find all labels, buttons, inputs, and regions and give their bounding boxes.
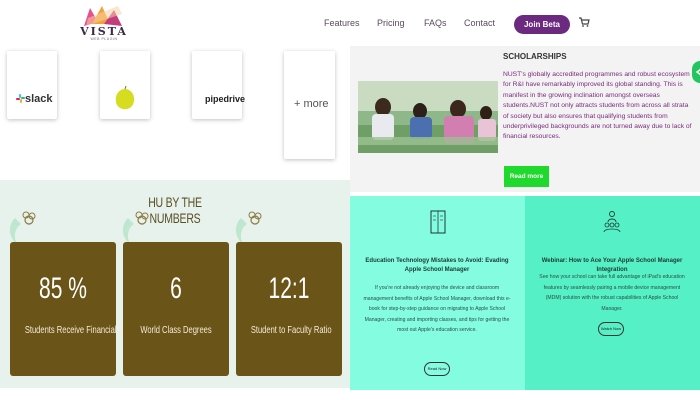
site-header: VISTA WEB PLUGIN Features Pricing FAQs C… <box>0 0 700 45</box>
ebook-title: Education Technology Mistakes to Avoid: … <box>365 258 509 273</box>
book-icon <box>430 210 446 234</box>
bottom-strip <box>0 388 350 400</box>
side-tab-button[interactable] <box>692 61 700 83</box>
watch-now-button[interactable]: Watch Now <box>598 322 624 336</box>
stat-value: 12:1 <box>268 272 310 305</box>
read-now-button[interactable]: Read Now <box>424 362 450 376</box>
audience-icon <box>603 211 621 233</box>
slack-label: slack <box>25 93 53 105</box>
stat-label: World Class Degrees <box>140 324 212 336</box>
slack-logo-icon <box>16 94 25 103</box>
stat-value: 6 <box>170 272 182 305</box>
chevron-left-icon <box>695 68 700 76</box>
integration-card-pipedrive[interactable] <box>192 51 242 119</box>
more-label: + more <box>294 98 329 110</box>
lemon-logo-icon <box>115 86 135 110</box>
read-more-button[interactable]: Read more <box>504 166 549 187</box>
stat-label: Students Receive Financial Support <box>24 324 146 336</box>
logo-subtitle: WEB PLUGIN <box>90 37 118 41</box>
nav-features[interactable]: Features <box>324 18 360 28</box>
students-classroom-image <box>358 81 498 153</box>
nav-contact[interactable]: Contact <box>464 18 495 28</box>
nav-pricing[interactable]: Pricing <box>377 18 405 28</box>
webinar-description: See how your school can take full advant… <box>539 274 685 312</box>
integration-card-slack[interactable] <box>7 51 57 119</box>
vista-logo[interactable]: VISTA WEB PLUGIN <box>80 4 128 42</box>
nav-faqs[interactable]: FAQs <box>424 18 447 28</box>
stat-card-ratio: 12:1 Student to Faculty Ratio <box>236 242 342 376</box>
ebook-description: If you're not already enjoying the devic… <box>363 285 511 333</box>
pipedrive-label: pipedrive <box>205 94 246 104</box>
cart-icon[interactable] <box>578 16 590 28</box>
scholarships-title: SCHOLARSHIPS <box>503 52 567 61</box>
stat-label: Student to Faculty Ratio <box>250 324 332 336</box>
scholarships-text: NUST's globally accredited programmes an… <box>503 71 692 141</box>
stat-value: 85 % <box>39 272 87 305</box>
page: VISTA WEB PLUGIN Features Pricing FAQs C… <box>0 0 700 400</box>
stat-card-financial-support: 85 % Students Receive Financial Support <box>10 242 146 376</box>
join-beta-button[interactable]: Join Beta <box>514 15 570 34</box>
stat-card-degrees: 6 World Class Degrees <box>123 242 229 376</box>
